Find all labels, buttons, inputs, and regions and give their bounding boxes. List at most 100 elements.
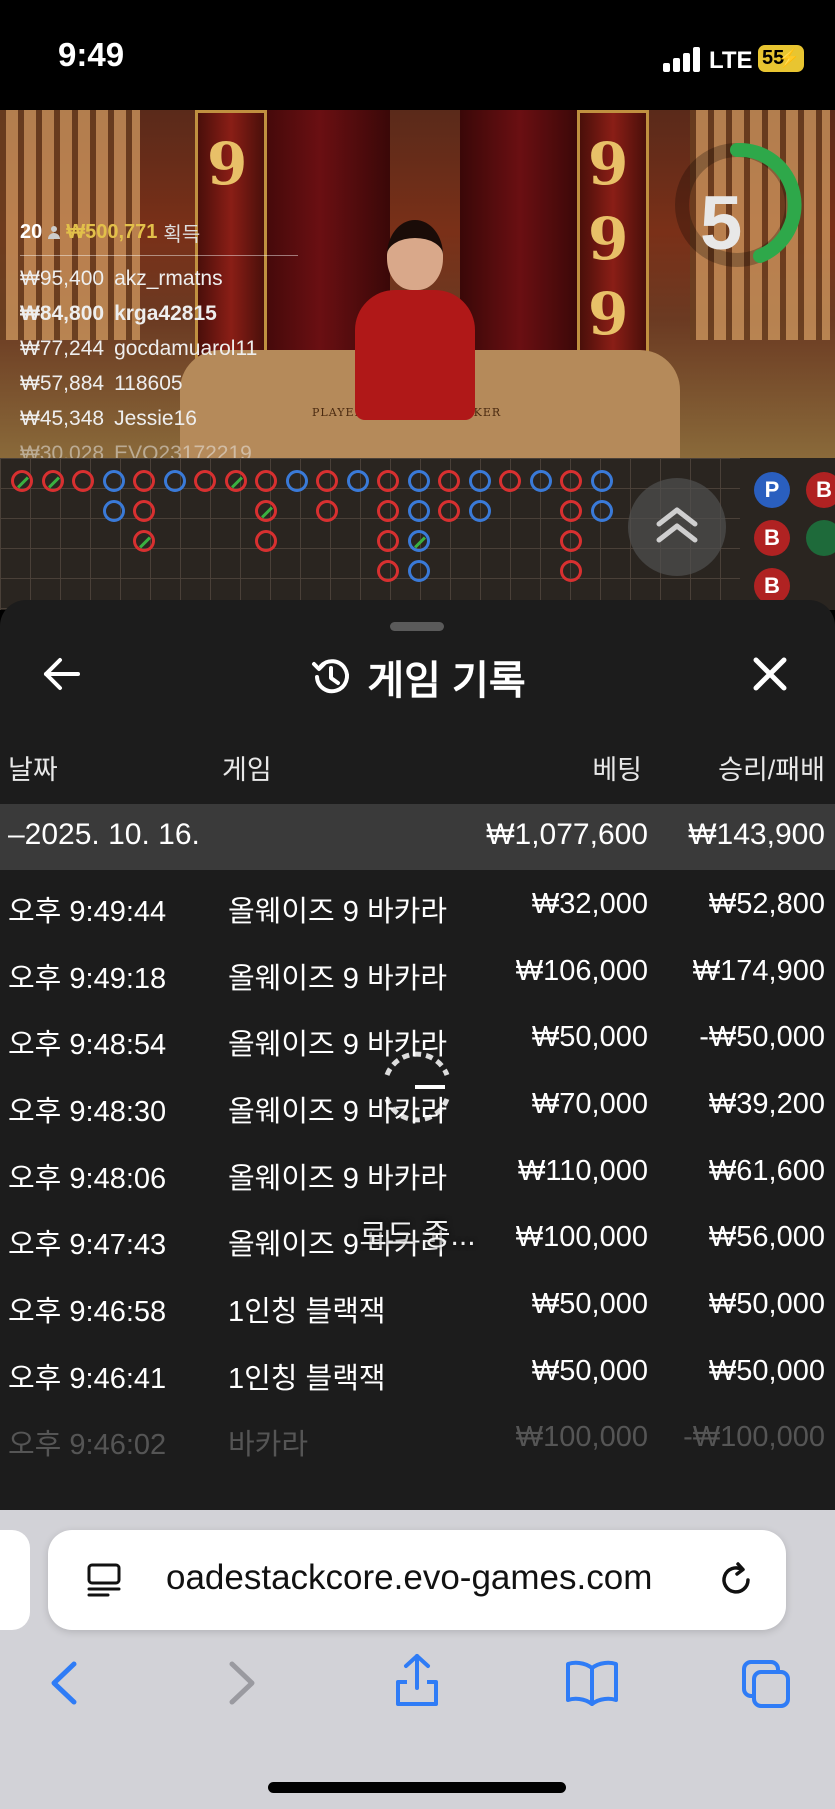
side-bead-banker: B (754, 520, 790, 556)
safari-toolbar: oadestackcore.evo-games.com (0, 1510, 835, 1809)
banker-bead (255, 470, 277, 492)
banker-bead (377, 530, 399, 552)
player-bead (468, 470, 491, 492)
date-group-date: –2025. 10. 16. (8, 818, 200, 851)
banker-bead (41, 470, 64, 492)
banker-bead (316, 500, 338, 522)
banker-bead (133, 530, 155, 552)
banker-bead (560, 500, 582, 522)
player-bead (102, 470, 125, 492)
date-group-row[interactable]: –2025. 10. 16. ₩1,077,600 ₩143,900 (0, 804, 835, 870)
nine-decor: 9 (207, 130, 248, 198)
loading-spinner-icon (384, 1051, 450, 1123)
previous-tab-preview[interactable] (0, 1530, 30, 1630)
history-row[interactable]: 오후 9:49:18 올웨이즈 9 바카라 ₩106,000 ₩174,900 (0, 937, 835, 1003)
ranking-row: ₩84,800 krga42815 (20, 302, 217, 325)
banker-bead (560, 560, 582, 582)
charging-icon: ⚡ (777, 48, 800, 68)
side-bead-banker: B (806, 472, 835, 508)
banker-bead (438, 500, 460, 522)
banker-bead (255, 530, 277, 552)
banker-bead (72, 470, 94, 492)
date-group-bet: ₩1,077,600 (486, 818, 648, 851)
date-group-result: ₩143,900 (688, 818, 825, 851)
player-bead (529, 470, 552, 492)
ranking-row: ₩77,244 gocdamuarol11 (20, 337, 258, 360)
player-bead (407, 500, 430, 522)
column-header-game[interactable]: 게임 (222, 748, 272, 787)
history-row[interactable]: 오후 9:46:02 바카라 ₩100,000 -₩100,000 (0, 1403, 835, 1469)
person-icon (48, 225, 61, 240)
banker-bead (377, 560, 399, 582)
share-icon[interactable] (392, 1652, 442, 1708)
side-bead-player: P (754, 472, 790, 508)
banker-bead (560, 470, 582, 492)
status-time: 9:49 (58, 36, 125, 73)
ranking-row: ₩30,028 EVO23172219 (20, 442, 252, 458)
battery-icon: 55 ⚡ (758, 45, 804, 72)
banker-bead (224, 470, 247, 492)
history-row[interactable]: 오후 9:49:44 올웨이즈 9 바카라 ₩32,000 ₩52,800 (0, 870, 835, 936)
banker-bead (377, 500, 399, 522)
player-bead (102, 500, 125, 522)
history-icon (312, 659, 350, 694)
banker-bead (499, 470, 521, 492)
sheet-header: 게임 기록 (0, 648, 835, 706)
banker-bead (133, 500, 155, 522)
bead-road[interactable]: P B B B (0, 458, 835, 610)
player-bead (285, 470, 308, 492)
ranking-header: 20 ₩500,771 획득 (20, 218, 298, 256)
history-row[interactable]: 오후 9:48:06 올웨이즈 9 바카라 ₩110,000 ₩61,600 (0, 1137, 835, 1203)
forward-chevron-icon[interactable] (222, 1658, 262, 1708)
nine-decor: 9 (588, 280, 629, 348)
player-bead (407, 470, 430, 492)
countdown-number: 5 (700, 181, 743, 266)
column-header-result[interactable]: 승리/패배 (718, 748, 825, 787)
live-video[interactable]: 9 9 9 9 PLAYER BANKER 20 ₩500,771 획득 ₩95… (0, 110, 835, 458)
winners-ranking: 20 ₩500,771 획득 ₩95,400 akz_rmatns ₩84,800… (20, 218, 298, 458)
banker-bead (194, 470, 216, 492)
banker-bead (438, 470, 460, 492)
status-bar: 9:49 LTE 55 ⚡ (0, 0, 835, 110)
back-chevron-icon[interactable] (44, 1658, 84, 1708)
column-header-bet[interactable]: 베팅 (592, 748, 642, 787)
bookmarks-icon[interactable] (564, 1658, 620, 1706)
banker-bead (377, 470, 399, 492)
player-count: 20 (20, 221, 43, 243)
address-bar[interactable]: oadestackcore.evo-games.com (48, 1530, 786, 1630)
player-bead (407, 560, 430, 582)
side-bead-tie (806, 520, 835, 556)
nine-decor: 9 (588, 130, 629, 198)
close-icon[interactable] (748, 652, 792, 696)
banker-bead (133, 470, 155, 492)
signal-icon (663, 46, 701, 72)
side-bead-banker: B (754, 568, 790, 604)
page-menu-icon[interactable] (86, 1562, 122, 1598)
player-bead (346, 470, 369, 492)
player-bead (163, 470, 186, 492)
history-row[interactable]: 오후 9:46:58 1인칭 블랙잭 ₩50,000 ₩50,000 (0, 1270, 835, 1336)
history-row[interactable]: 오후 9:46:41 1인칭 블랙잭 ₩50,000 ₩50,000 (0, 1337, 835, 1403)
banker-bead (255, 500, 277, 522)
banker-bead (316, 470, 338, 492)
banker-bead (11, 470, 33, 492)
reload-icon[interactable] (716, 1560, 756, 1600)
column-header-date[interactable]: 날짜 (8, 748, 58, 787)
sheet-title: 게임 기록 (309, 648, 526, 706)
player-bead (590, 500, 613, 522)
nine-decor: 9 (588, 205, 629, 273)
ranking-row: ₩57,884 118605 (20, 372, 183, 395)
ranking-row: ₩45,348 Jessie16 (20, 407, 197, 430)
tabs-icon[interactable] (740, 1658, 794, 1710)
sheet-title-text: 게임 기록 (367, 659, 526, 703)
double-chevron-up-icon (656, 507, 698, 543)
total-winnings: ₩500,771 (66, 221, 158, 243)
dealer (345, 220, 485, 420)
player-bead (590, 470, 613, 492)
url-text: oadestackcore.evo-games.com (166, 1558, 653, 1597)
player-bead (407, 530, 430, 552)
loading-text: 로드 중... (359, 1219, 476, 1252)
sheet-grabber[interactable] (390, 622, 444, 631)
expand-road-button[interactable] (628, 478, 726, 576)
home-indicator (268, 1782, 566, 1793)
